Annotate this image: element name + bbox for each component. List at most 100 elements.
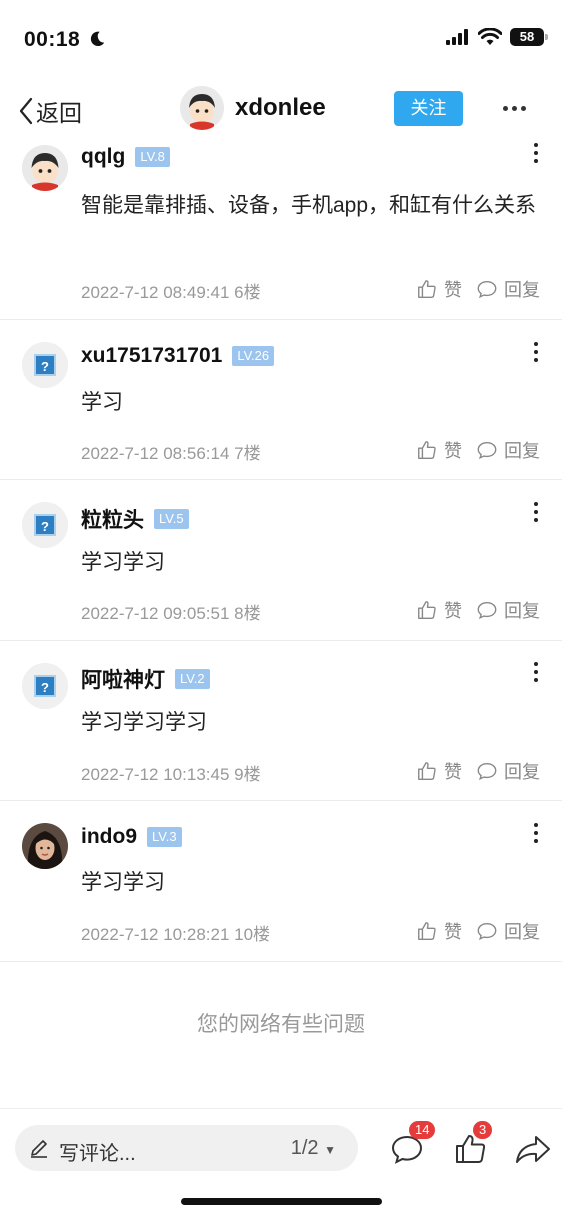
dot-icon <box>534 342 538 346</box>
share-arrow-icon <box>516 1136 550 1163</box>
status-icons: 58 <box>446 28 548 46</box>
like-post-button[interactable]: 3 <box>453 1121 493 1167</box>
nav-bar: 返回 xdonlee 关注 <box>0 80 562 138</box>
dot-icon <box>534 678 538 682</box>
dot-icon <box>534 823 538 827</box>
commenter-avatar[interactable] <box>22 823 68 869</box>
comment-header: indo9 LV.3 <box>81 825 182 849</box>
author-avatar[interactable] <box>180 86 224 130</box>
dot-icon <box>534 670 538 674</box>
like-button[interactable]: 赞 <box>416 918 462 944</box>
dot-icon <box>534 143 538 147</box>
comment-header: 粒粒头 LV.5 <box>81 504 189 534</box>
comment-list: qqlg LV.8 智能是靠排插、设备，手机app，和缸有什么关系 2022-7… <box>0 138 562 962</box>
level-badge: LV.5 <box>154 509 189 529</box>
level-badge: LV.3 <box>147 827 182 847</box>
comment-header: qqlg LV.8 <box>81 145 170 169</box>
commenter-name[interactable]: xu1751731701 <box>81 344 222 368</box>
dot-icon <box>534 662 538 666</box>
comment-timestamp: 2022-7-12 08:56:14 <box>81 444 230 463</box>
reply-label: 回复 <box>504 441 540 461</box>
dot-icon <box>534 350 538 354</box>
reply-button[interactable]: 回复 <box>476 437 540 463</box>
dot-icon <box>534 831 538 835</box>
back-label: 返回 <box>36 100 82 126</box>
reply-button[interactable]: 回复 <box>476 918 540 944</box>
comment-actions: 赞 回复 <box>416 597 540 623</box>
comment-floor: 10楼 <box>234 925 271 944</box>
comment-count-badge: 14 <box>409 1121 436 1139</box>
commenter-avatar[interactable]: ? <box>22 663 68 709</box>
like-label: 赞 <box>444 441 462 461</box>
page-indicator: 1/2 <box>290 1137 319 1159</box>
reply-label: 回复 <box>504 601 540 621</box>
comment-timestamp: 2022-7-12 10:13:45 <box>81 765 230 784</box>
thumbs-up-icon <box>418 922 436 940</box>
reply-button[interactable]: 回复 <box>476 758 540 784</box>
comment-header: 阿啦神灯 LV.2 <box>81 664 210 694</box>
dot-icon <box>534 151 538 155</box>
photo-avatar-icon <box>22 823 68 869</box>
follow-button[interactable]: 关注 <box>394 91 463 126</box>
commenter-name[interactable]: 阿啦神灯 <box>81 664 165 694</box>
back-button[interactable]: 返回 <box>18 94 82 128</box>
share-button[interactable] <box>514 1131 550 1167</box>
dot-icon <box>534 510 538 514</box>
status-time: 00:18 <box>24 28 81 51</box>
comments-button[interactable]: 14 <box>389 1121 436 1167</box>
dot-icon <box>534 502 538 506</box>
comment-actions: 赞 回复 <box>416 437 540 463</box>
like-button[interactable]: 赞 <box>416 437 462 463</box>
comment-timestamp: 2022-7-12 09:05:51 <box>81 604 230 623</box>
chat-bubble-icon <box>477 922 497 941</box>
battery-level: 58 <box>519 29 535 44</box>
default-avatar-icon: ? <box>22 502 68 548</box>
reply-button[interactable]: 回复 <box>476 276 540 302</box>
more-options-button[interactable] <box>503 106 526 111</box>
commenter-avatar[interactable]: ? <box>22 342 68 388</box>
commenter-name[interactable]: indo9 <box>81 825 137 849</box>
caret-down-icon: ▼ <box>324 1143 336 1157</box>
like-button[interactable]: 赞 <box>416 276 462 302</box>
default-avatar-icon: ? <box>22 663 68 709</box>
like-label: 赞 <box>444 922 462 942</box>
comment-text: 学习学习 <box>81 871 165 894</box>
comment-more-button[interactable] <box>534 143 538 163</box>
level-badge: LV.26 <box>232 346 275 366</box>
comment-more-button[interactable] <box>534 502 538 522</box>
comment-actions: 赞 回复 <box>416 758 540 784</box>
like-button[interactable]: 赞 <box>416 758 462 784</box>
thumbs-up-icon <box>418 762 436 780</box>
comment-item: qqlg LV.8 智能是靠排插、设备，手机app，和缸有什么关系 2022-7… <box>0 138 562 320</box>
comment-text: 智能是靠排插、设备，手机app，和缸有什么关系 <box>81 194 537 217</box>
level-badge: LV.8 <box>135 147 170 167</box>
svg-text:?: ? <box>41 519 49 534</box>
level-badge: LV.2 <box>175 669 210 689</box>
comment-item: ? 阿啦神灯 LV.2 学习学习学习 2022-7-12 10:13:45 9楼… <box>0 641 562 801</box>
cartoon-avatar-icon <box>180 86 224 130</box>
comment-floor: 9楼 <box>234 765 261 784</box>
thumbs-up-icon <box>418 441 436 459</box>
like-label: 赞 <box>444 762 462 782</box>
author-username[interactable]: xdonlee <box>235 94 326 122</box>
battery-indicator: 58 <box>510 28 548 46</box>
page-selector[interactable]: 1/2 ▼ <box>291 1137 336 1160</box>
chat-bubble-icon <box>477 441 497 460</box>
home-indicator <box>181 1198 382 1205</box>
comment-more-button[interactable] <box>534 823 538 843</box>
commenter-name[interactable]: qqlg <box>81 145 125 169</box>
svg-text:?: ? <box>41 680 49 695</box>
commenter-name[interactable]: 粒粒头 <box>81 504 144 534</box>
commenter-avatar[interactable]: ? <box>22 502 68 548</box>
write-comment-input[interactable]: 写评论... 1/2 ▼ <box>15 1125 358 1171</box>
comment-meta: 2022-7-12 10:28:21 10楼 <box>81 920 270 945</box>
dot-icon <box>512 106 517 111</box>
reply-button[interactable]: 回复 <box>476 597 540 623</box>
comment-more-button[interactable] <box>534 662 538 682</box>
comment-text: 学习 <box>81 391 123 414</box>
comment-more-button[interactable] <box>534 342 538 362</box>
commenter-avatar[interactable] <box>22 145 68 191</box>
like-button[interactable]: 赞 <box>416 597 462 623</box>
status-bar: 00:18 58 <box>0 0 562 80</box>
chat-bubble-icon <box>477 601 497 620</box>
